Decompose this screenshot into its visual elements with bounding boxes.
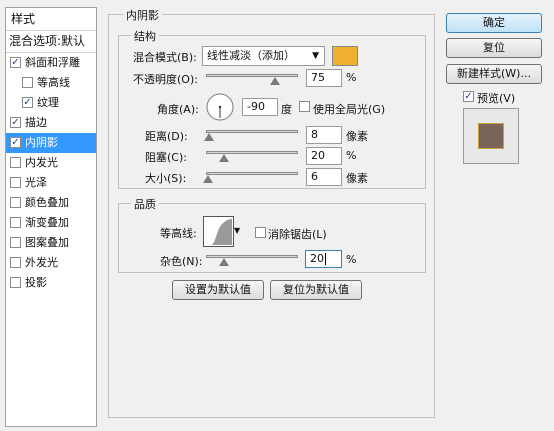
style-item[interactable]: ✓ 斜面和浮雕 xyxy=(6,53,96,73)
preview-style-swatch xyxy=(478,123,504,149)
preview-label: 预览(V) xyxy=(477,92,516,105)
antialias-label: 消除锯齿(L) xyxy=(268,228,327,241)
opacity-label: 不透明度(O): xyxy=(133,73,198,86)
angle-unit: 度 xyxy=(281,103,292,116)
style-item-label: 光泽 xyxy=(25,176,47,189)
style-item[interactable]: 光泽 xyxy=(6,173,96,193)
global-light-checkbox[interactable] xyxy=(299,101,310,112)
style-item-label: 斜面和浮雕 xyxy=(25,56,80,69)
contour-curve-icon xyxy=(203,216,234,247)
style-item-checkbox[interactable] xyxy=(10,257,21,268)
quality-title: 品质 xyxy=(131,196,159,212)
choke-slider-thumb[interactable] xyxy=(219,154,230,162)
antialias-checkbox[interactable] xyxy=(255,227,266,238)
style-item[interactable]: 图案叠加 xyxy=(6,233,96,253)
style-item-checkbox[interactable] xyxy=(22,77,33,88)
style-item[interactable]: 外发光 xyxy=(6,253,96,273)
preview-thumbnail xyxy=(463,108,519,164)
style-item-label: 图案叠加 xyxy=(25,236,69,249)
style-item-label: 外发光 xyxy=(25,256,58,269)
style-item-checkbox[interactable]: ✓ xyxy=(10,137,21,148)
global-light-label: 使用全局光(G) xyxy=(313,103,386,116)
distance-slider-thumb[interactable] xyxy=(203,133,214,141)
angle-dial-center xyxy=(218,105,222,109)
angle-dial[interactable] xyxy=(205,92,235,122)
style-item-label: 纹理 xyxy=(37,96,59,109)
opacity-percent: % xyxy=(346,71,357,84)
preview-checkbox[interactable]: ✓ xyxy=(463,91,474,102)
style-item-label: 颜色叠加 xyxy=(25,196,69,209)
noise-value: 20 xyxy=(310,252,324,265)
noise-label: 杂色(N): xyxy=(160,255,203,268)
choke-label: 阻塞(C): xyxy=(145,151,187,164)
ok-button[interactable]: 确定 xyxy=(446,13,542,33)
style-item-label: 等高线 xyxy=(37,76,70,89)
inner-shadow-title: 内阴影 xyxy=(123,7,162,23)
chevron-down-icon: ▼ xyxy=(312,51,319,61)
contour-label: 等高线: xyxy=(160,227,197,240)
size-slider-thumb[interactable] xyxy=(202,175,213,183)
style-item-label: 内发光 xyxy=(25,156,58,169)
styles-header[interactable]: 样式 xyxy=(6,8,96,31)
size-input[interactable]: 6 xyxy=(306,168,342,186)
distance-label: 距离(D): xyxy=(145,130,188,143)
style-item-checkbox[interactable] xyxy=(10,277,21,288)
style-item[interactable]: 颜色叠加 xyxy=(6,193,96,213)
reset-button[interactable]: 复位 xyxy=(446,38,542,58)
style-item-checkbox[interactable] xyxy=(10,237,21,248)
text-cursor xyxy=(325,253,326,265)
chevron-down-icon: ▼ xyxy=(234,226,241,235)
styles-list-panel: 样式 混合选项:默认 ✓ 斜面和浮雕等高线 ✓ 纹理 ✓ 描边 ✓ 内阴影内发光光泽颜色叠加渐… xyxy=(5,7,97,427)
opacity-slider-thumb[interactable] xyxy=(270,77,280,85)
distance-input[interactable]: 8 xyxy=(306,126,342,144)
distance-slider-track[interactable] xyxy=(206,130,298,133)
size-slider-track[interactable] xyxy=(206,172,298,175)
style-item[interactable]: 投影 xyxy=(6,273,96,293)
shadow-color-swatch[interactable] xyxy=(332,46,358,66)
set-default-button[interactable]: 设置为默认值 xyxy=(172,280,264,300)
blend-mode-value: 线性减淡（添加） xyxy=(207,49,295,62)
noise-input[interactable]: 20 xyxy=(305,250,342,268)
blending-options-item[interactable]: 混合选项:默认 xyxy=(6,31,96,53)
style-item-checkbox[interactable] xyxy=(10,217,21,228)
style-item-checkbox[interactable]: ✓ xyxy=(10,117,21,128)
style-item[interactable]: ✓ 内阴影 xyxy=(6,133,96,153)
style-item-checkbox[interactable]: ✓ xyxy=(22,97,33,108)
distance-unit: 像素 xyxy=(346,130,368,143)
style-item-checkbox[interactable] xyxy=(10,177,21,188)
choke-percent: % xyxy=(346,149,357,162)
style-items: ✓ 斜面和浮雕等高线 ✓ 纹理 ✓ 描边 ✓ 内阴影内发光光泽颜色叠加渐变叠加图案叠加外发光投… xyxy=(6,53,96,293)
reset-default-button[interactable]: 复位为默认值 xyxy=(270,280,362,300)
structure-title: 结构 xyxy=(131,28,159,44)
style-item[interactable]: ✓ 纹理 xyxy=(6,93,96,113)
style-item-label: 描边 xyxy=(25,116,47,129)
noise-percent: % xyxy=(346,253,357,266)
style-item[interactable]: ✓ 描边 xyxy=(6,113,96,133)
choke-input[interactable]: 20 xyxy=(306,147,342,165)
style-item-checkbox[interactable]: ✓ xyxy=(10,57,21,68)
style-item[interactable]: 内发光 xyxy=(6,153,96,173)
style-item-label: 内阴影 xyxy=(25,136,58,149)
style-item-checkbox[interactable] xyxy=(10,157,21,168)
style-item-label: 渐变叠加 xyxy=(25,216,69,229)
opacity-input[interactable]: 75 xyxy=(306,69,342,87)
noise-slider-thumb[interactable] xyxy=(219,258,230,266)
angle-label: 角度(A): xyxy=(157,103,199,116)
blend-mode-select[interactable]: 线性减淡（添加） ▼ xyxy=(202,46,325,66)
style-item-checkbox[interactable] xyxy=(10,197,21,208)
new-style-button[interactable]: 新建样式(W)... xyxy=(446,64,542,84)
opacity-slider-track[interactable] xyxy=(206,74,298,77)
size-unit: 像素 xyxy=(346,172,368,185)
style-item[interactable]: 等高线 xyxy=(6,73,96,93)
size-label: 大小(S): xyxy=(145,172,187,185)
style-item-label: 投影 xyxy=(25,276,47,289)
angle-input[interactable]: -90 xyxy=(242,98,278,116)
contour-picker[interactable]: ▼ xyxy=(203,216,243,247)
blend-mode-label: 混合模式(B): xyxy=(133,51,197,64)
style-item[interactable]: 渐变叠加 xyxy=(6,213,96,233)
